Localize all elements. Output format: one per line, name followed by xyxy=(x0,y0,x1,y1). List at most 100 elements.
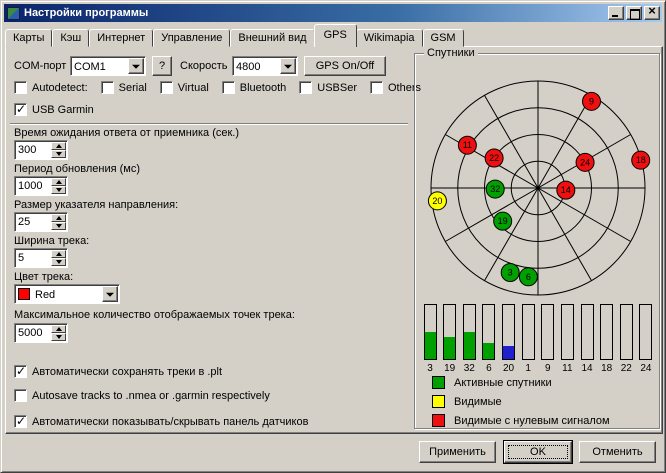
tab-интернет[interactable]: Интернет xyxy=(89,29,153,47)
track-color-dropdown-button[interactable] xyxy=(102,286,118,302)
signal-slot-1: 1 xyxy=(521,304,535,374)
signal-bar xyxy=(502,304,515,360)
legend-label: Активные спутники xyxy=(454,377,552,389)
signal-slot-24: 24 xyxy=(639,304,653,374)
checkbox-save-plt[interactable]: Автоматически сохранять треки в .plt xyxy=(14,365,222,378)
track-color-select[interactable]: Red xyxy=(14,284,120,304)
checkbox-label: Serial xyxy=(119,82,147,94)
checkbox-box[interactable] xyxy=(370,81,383,94)
tab-кэш[interactable]: Кэш xyxy=(52,29,89,47)
timeout-spinner[interactable]: 300 xyxy=(14,140,68,160)
signal-slot-22: 22 xyxy=(619,304,633,374)
speed-label: Скорость xyxy=(180,60,228,72)
track-width-spinner[interactable]: 5 xyxy=(14,248,68,268)
checkbox-box[interactable] xyxy=(14,103,27,116)
max-points-label: Максимальное количество отображаемых точ… xyxy=(14,309,295,321)
checkbox-label: Autosave tracks to .nmea or .garmin resp… xyxy=(32,390,270,402)
signal-bar-label: 3 xyxy=(427,363,433,374)
tab-управление[interactable]: Управление xyxy=(153,29,230,47)
satellite-18: 18 xyxy=(632,151,650,169)
ok-button[interactable]: OK xyxy=(504,441,572,463)
legend-item: Активные спутники xyxy=(432,376,610,389)
spin-up-button[interactable] xyxy=(51,178,66,186)
tab-внешний вид[interactable]: Внешний вид xyxy=(230,29,314,47)
spinner-buttons xyxy=(51,214,66,230)
satellite-22: 22 xyxy=(485,149,503,167)
tab-gsm[interactable]: GSM xyxy=(423,29,464,47)
checkbox-box[interactable] xyxy=(14,81,27,94)
tab-gps[interactable]: GPS xyxy=(314,24,357,47)
spinner-buttons xyxy=(51,250,66,266)
checkbox-box[interactable] xyxy=(14,365,27,378)
apply-button[interactable]: Применить xyxy=(419,441,496,463)
port-type-row: Autodetect:SerialVirtualBluetoothUSBSerO… xyxy=(14,81,421,94)
satellite-20: 20 xyxy=(428,192,446,210)
signal-bar xyxy=(443,304,456,360)
spin-up-button[interactable] xyxy=(51,250,66,258)
tab-карты[interactable]: Карты xyxy=(5,29,52,47)
checkbox-sensor-panel[interactable]: Автоматически показывать/скрывать панель… xyxy=(14,415,308,428)
com-port-select[interactable]: COM1 xyxy=(70,56,146,76)
gps-onoff-button[interactable]: GPS On/Off xyxy=(304,56,386,76)
refresh-period-spinner[interactable]: 1000 xyxy=(14,176,68,196)
satellite-19: 19 xyxy=(494,212,512,230)
satellite-24: 24 xyxy=(576,153,594,171)
minimize-button[interactable] xyxy=(608,6,624,20)
svg-text:6: 6 xyxy=(526,272,531,282)
spin-down-button[interactable] xyxy=(51,186,66,194)
signal-bar-label: 24 xyxy=(640,363,651,374)
gps-tab-panel: COM-порт COM1 ? Скорость 4800 GPS On/Off… xyxy=(5,46,663,434)
checkbox-box[interactable] xyxy=(14,389,27,402)
spinner-value: 300 xyxy=(15,141,50,159)
cancel-button[interactable]: Отменить xyxy=(579,441,656,463)
svg-text:32: 32 xyxy=(490,184,500,194)
spin-down-button[interactable] xyxy=(51,222,66,230)
max-points-spinner[interactable]: 5000 xyxy=(14,323,68,343)
signal-slot-11: 11 xyxy=(560,304,574,374)
signal-bar-label: 14 xyxy=(581,363,592,374)
divider xyxy=(10,123,408,125)
signal-slot-19: 19 xyxy=(443,304,457,374)
checkbox-serial[interactable]: Serial xyxy=(101,81,147,94)
spin-up-button[interactable] xyxy=(51,142,66,150)
track-width-label: Ширина трека: xyxy=(14,235,89,247)
checkbox-box[interactable] xyxy=(160,81,173,94)
spin-down-button[interactable] xyxy=(51,150,66,158)
spin-down-button[interactable] xyxy=(51,258,66,266)
checkbox-bluetooth[interactable]: Bluetooth xyxy=(222,81,286,94)
spin-up-button[interactable] xyxy=(51,325,66,333)
checkbox-usb-garmin[interactable]: USB Garmin xyxy=(14,103,94,116)
checkbox-box[interactable] xyxy=(14,415,27,428)
spinner-value: 5000 xyxy=(15,324,50,342)
timeout-label: Время ожидания ответа от приемника (сек.… xyxy=(14,127,239,139)
spin-down-button[interactable] xyxy=(51,333,66,341)
speed-select[interactable]: 4800 xyxy=(232,56,298,76)
signal-bar xyxy=(620,304,633,360)
checkbox-autodetect[interactable]: Autodetect: xyxy=(14,81,88,94)
com-port-dropdown-button[interactable] xyxy=(128,58,144,74)
signal-bar-label: 6 xyxy=(486,363,492,374)
tab-wikimapia[interactable]: Wikimapia xyxy=(356,29,423,47)
svg-text:22: 22 xyxy=(489,153,499,163)
speed-dropdown-button[interactable] xyxy=(280,58,296,74)
tab-strip: КартыКэшИнтернетУправлениеВнешний видGPS… xyxy=(5,26,464,47)
checkbox-box[interactable] xyxy=(101,81,114,94)
pointer-size-spinner[interactable]: 25 xyxy=(14,212,68,232)
help-button[interactable]: ? xyxy=(152,56,172,76)
checkbox-box[interactable] xyxy=(222,81,235,94)
checkbox-box[interactable] xyxy=(299,81,312,94)
title-bar[interactable]: Настройки программы xyxy=(4,4,662,22)
checkbox-virtual[interactable]: Virtual xyxy=(160,81,209,94)
signal-bar-label: 11 xyxy=(562,363,572,374)
checkbox-autosave-nmea[interactable]: Autosave tracks to .nmea or .garmin resp… xyxy=(14,389,270,402)
spin-up-button[interactable] xyxy=(51,214,66,222)
spinner-buttons xyxy=(51,325,66,341)
checkbox-usbser[interactable]: USBSer xyxy=(299,81,357,94)
close-button[interactable] xyxy=(644,6,660,20)
signal-bar-label: 20 xyxy=(503,363,514,374)
signal-bar xyxy=(424,304,437,360)
spinner-value: 1000 xyxy=(15,177,50,195)
maximize-button[interactable] xyxy=(626,6,642,20)
satellites-legend: Активные спутникиВидимыеВидимые с нулевы… xyxy=(432,376,610,433)
signal-bar-label: 32 xyxy=(464,363,475,374)
